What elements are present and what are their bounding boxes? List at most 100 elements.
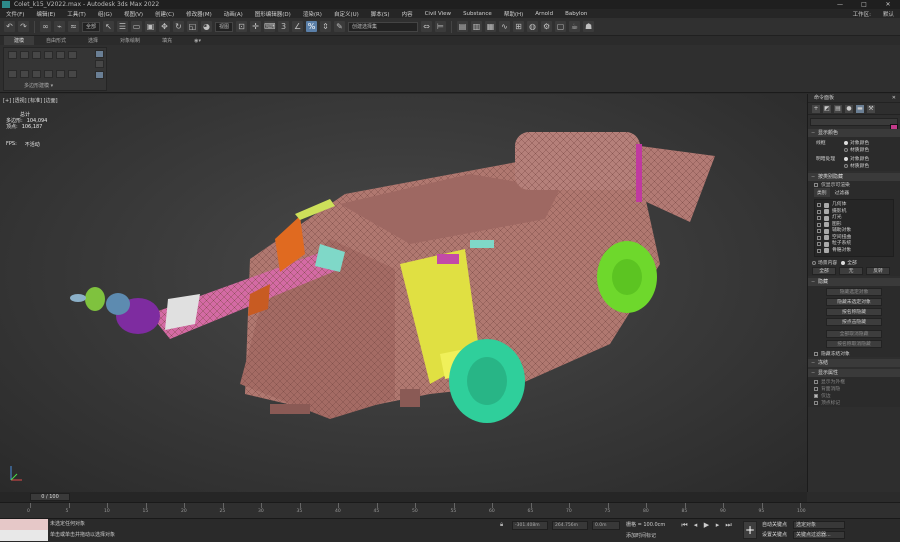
checkbox[interactable] xyxy=(817,229,821,234)
checkbox[interactable] xyxy=(814,379,818,384)
render-setup-icon[interactable]: ⚙ xyxy=(541,21,553,32)
window-crossing-icon[interactable]: ▣ xyxy=(145,21,157,32)
checkbox[interactable] xyxy=(817,209,821,214)
rect-selection-icon[interactable]: ▭ xyxy=(131,21,143,32)
radio-scene-content[interactable] xyxy=(812,260,816,265)
motion-tab-icon[interactable]: ● xyxy=(845,105,853,113)
selection-filter-dropdown[interactable]: 全部 xyxy=(82,21,101,32)
menu-views[interactable]: 视图(V) xyxy=(118,10,149,18)
ribbon-toggle-icon[interactable]: ▦ xyxy=(485,21,497,32)
ribbon-button[interactable] xyxy=(56,51,65,59)
ribbon-button[interactable] xyxy=(32,51,41,59)
checkbox[interactable] xyxy=(814,393,818,398)
curve-editor-icon[interactable]: ∿ xyxy=(499,21,511,32)
tab-selection[interactable]: 选择 xyxy=(78,36,108,45)
go-to-end-icon[interactable]: ⏭ xyxy=(724,521,733,530)
tab-modeling[interactable]: 建模 xyxy=(4,36,35,45)
time-slider-thumb[interactable]: 0 / 100 xyxy=(30,493,70,501)
ribbon-button[interactable] xyxy=(68,51,77,59)
close-icon[interactable]: ✕ xyxy=(892,94,896,103)
hierarchy-tab-icon[interactable]: ▤ xyxy=(834,105,842,113)
move-icon[interactable]: ✥ xyxy=(159,21,171,32)
maxscript-input[interactable] xyxy=(0,530,48,541)
menu-create[interactable]: 创建(C) xyxy=(149,10,180,18)
polygon-mode-button[interactable] xyxy=(95,71,104,79)
all-button[interactable]: 全部 xyxy=(812,267,836,275)
select-by-name-icon[interactable]: ☰ xyxy=(117,21,129,32)
rotate-icon[interactable]: ↻ xyxy=(173,21,185,32)
angle-snap-icon[interactable]: ∠ xyxy=(292,21,304,32)
modify-tab-icon[interactable]: ◩ xyxy=(823,105,831,113)
time-slider[interactable] xyxy=(0,492,807,502)
rendered-frame-icon[interactable]: ▢ xyxy=(555,21,567,32)
rollout-header[interactable]: 按类别隐藏 xyxy=(808,173,900,181)
placement-icon[interactable]: ◕ xyxy=(201,21,213,32)
play-icon[interactable]: ▶ xyxy=(702,521,711,530)
checkbox[interactable] xyxy=(817,222,821,227)
polygon-modeling-label[interactable]: 多边形建模 ▾ xyxy=(24,82,53,89)
workspace-dropdown[interactable]: 默认 xyxy=(877,10,900,18)
selection-set-dropdown[interactable]: 选定对象 xyxy=(793,521,845,529)
radio-material-color[interactable] xyxy=(844,163,848,168)
unlink-icon[interactable]: ⌁ xyxy=(54,21,65,32)
list-item[interactable]: 骨骼对象 xyxy=(817,248,891,255)
menu-babylon[interactable]: Babylon xyxy=(559,11,593,17)
radio-object-color[interactable] xyxy=(844,140,848,145)
link-icon[interactable]: ∞ xyxy=(40,21,51,32)
tab-freeform[interactable]: 自由形式 xyxy=(36,36,76,45)
next-frame-icon[interactable]: ▸ xyxy=(713,521,722,530)
checkbox[interactable] xyxy=(817,235,821,240)
snap-toggle-icon[interactable]: 3 xyxy=(278,21,290,32)
manipulate-icon[interactable]: ✛ xyxy=(250,21,262,32)
menu-rendering[interactable]: 渲染(R) xyxy=(297,10,328,18)
edit-named-sets-icon[interactable]: ✎ xyxy=(334,21,346,32)
menu-customize[interactable]: 自定义(U) xyxy=(328,10,365,18)
ribbon-button[interactable] xyxy=(68,70,77,78)
percent-snap-icon[interactable]: % xyxy=(306,21,318,32)
hide-unselected-button[interactable]: 隐藏未选定对象 xyxy=(826,298,882,306)
previous-frame-icon[interactable]: ◂ xyxy=(691,521,700,530)
menu-file[interactable]: 文件(F) xyxy=(0,10,30,18)
auto-key-button[interactable]: 自动关键点 xyxy=(762,521,787,528)
menu-animation[interactable]: 动画(A) xyxy=(218,10,249,18)
lock-icon[interactable]: 🔒︎ xyxy=(500,521,503,529)
select-object-icon[interactable]: ↖ xyxy=(103,21,115,32)
menu-scripting[interactable]: 脚本(S) xyxy=(365,10,396,18)
rollout-header[interactable]: 隐藏 xyxy=(808,278,900,286)
radio-material-color[interactable] xyxy=(844,147,848,152)
ribbon-button[interactable] xyxy=(8,70,17,78)
ribbon-button[interactable] xyxy=(44,70,53,78)
checkbox[interactable] xyxy=(817,248,821,253)
layer-explorer-icon[interactable]: ▥ xyxy=(471,21,483,32)
spinner-snap-icon[interactable]: ⇕ xyxy=(320,21,332,32)
object-name-field[interactable] xyxy=(810,118,898,126)
unhide-by-name-button[interactable]: 按名称取消隐藏 xyxy=(826,340,882,348)
keyboard-shortcut-icon[interactable]: ⌨ xyxy=(264,21,276,32)
hide-by-hit-button[interactable]: 按点击隐藏 xyxy=(826,318,882,326)
material-editor-icon[interactable]: ◍ xyxy=(527,21,539,32)
named-selection-dropdown[interactable]: 创建选择集 xyxy=(348,21,419,32)
go-to-start-icon[interactable]: ⏮ xyxy=(680,521,689,530)
close-button[interactable]: ✕ xyxy=(876,0,900,9)
perspective-viewport[interactable]: [+] [透视] [标准] [边面] 总计 多边形: 104,094 顶点: 1… xyxy=(0,94,807,492)
tab-filters[interactable]: 过滤器 xyxy=(832,188,852,197)
ribbon-button[interactable] xyxy=(8,51,17,59)
set-key-button[interactable]: 设置关键点 xyxy=(762,531,787,538)
utilities-tab-icon[interactable]: ⚒ xyxy=(867,105,875,113)
scale-icon[interactable]: ◱ xyxy=(187,21,199,32)
menu-substance[interactable]: Substance xyxy=(457,11,498,17)
checkbox[interactable] xyxy=(817,242,821,247)
checkbox[interactable] xyxy=(814,400,818,405)
rollout-header[interactable]: 显示颜色 xyxy=(808,129,900,137)
invert-button[interactable]: 反转 xyxy=(866,267,890,275)
menu-content[interactable]: 内容 xyxy=(396,10,419,18)
schematic-view-icon[interactable]: ⊞ xyxy=(513,21,525,32)
z-coordinate-field[interactable]: 0.0m xyxy=(592,521,620,530)
ribbon-button[interactable] xyxy=(56,70,65,78)
x-coordinate-field[interactable]: -301.408m xyxy=(512,521,548,530)
ref-coord-dropdown[interactable]: 视图 xyxy=(215,21,234,32)
maxscript-listener[interactable] xyxy=(0,519,48,541)
radio-all[interactable] xyxy=(841,260,846,265)
y-coordinate-field[interactable]: 264.756m xyxy=(552,521,588,530)
ribbon-button[interactable] xyxy=(20,51,29,59)
